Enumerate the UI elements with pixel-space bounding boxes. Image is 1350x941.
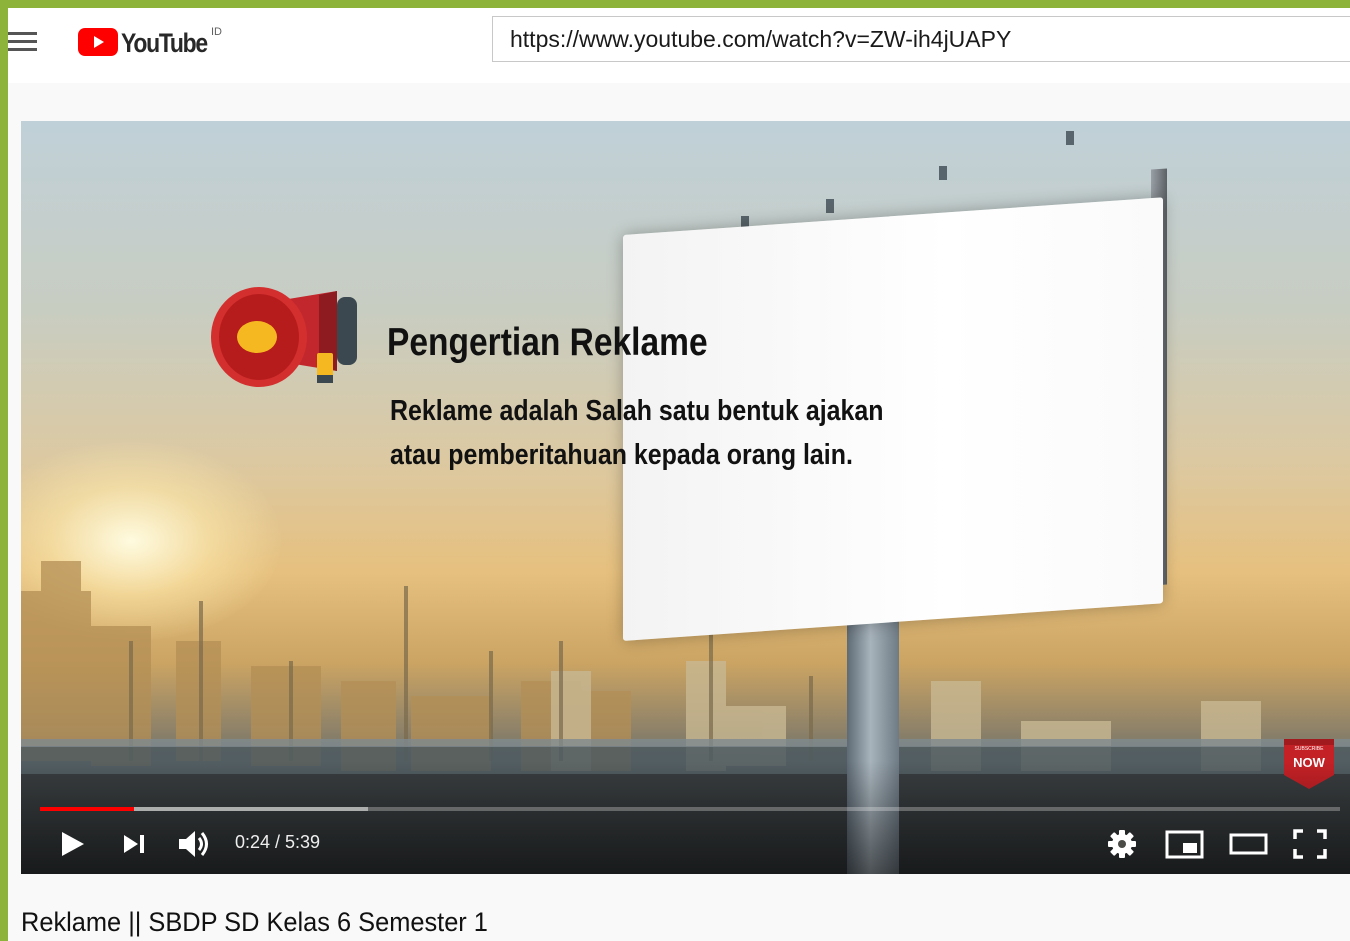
play-icon[interactable] bbox=[59, 827, 89, 861]
logo-text: YouTube bbox=[121, 28, 208, 58]
next-icon[interactable] bbox=[121, 827, 149, 861]
time-display: 0:24 / 5:39 bbox=[235, 832, 321, 852]
logo-region-code: ID bbox=[211, 26, 222, 38]
slide-body-line1: Reklame adalah Salah satu bentuk ajakan bbox=[390, 395, 884, 427]
slide-body: Reklame adalah Salah satu bentuk ajakan … bbox=[390, 389, 992, 477]
theater-icon[interactable] bbox=[1228, 827, 1270, 861]
subscribe-badge-small-text: SUBSCRIBE bbox=[1294, 746, 1324, 752]
youtube-logo-icon bbox=[78, 28, 118, 56]
megaphone-icon bbox=[211, 287, 357, 387]
slide-title: Pengertian Reklame bbox=[387, 321, 708, 364]
masthead: YouTube ID https://www.youtube.com/watch… bbox=[8, 8, 1350, 83]
video-player[interactable]: Pengertian Reklame Reklame adalah Salah … bbox=[21, 121, 1350, 874]
slide-body-line2: atau pemberitahuan kepada orang lain. bbox=[390, 439, 853, 471]
volume-icon[interactable] bbox=[177, 827, 215, 861]
menu-icon[interactable] bbox=[8, 30, 38, 54]
settings-icon[interactable] bbox=[1106, 827, 1138, 861]
page: YouTube ID https://www.youtube.com/watch… bbox=[8, 8, 1350, 941]
url-bar[interactable]: https://www.youtube.com/watch?v=ZW-ih4jU… bbox=[492, 16, 1350, 62]
fullscreen-icon[interactable] bbox=[1292, 827, 1328, 861]
progress-bar[interactable] bbox=[40, 807, 1340, 811]
progress-played bbox=[40, 807, 134, 811]
controls-gradient bbox=[21, 761, 1350, 874]
miniplayer-icon[interactable] bbox=[1164, 827, 1206, 861]
video-title: Reklame || SBDP SD Kelas 6 Semester 1 bbox=[21, 907, 488, 937]
